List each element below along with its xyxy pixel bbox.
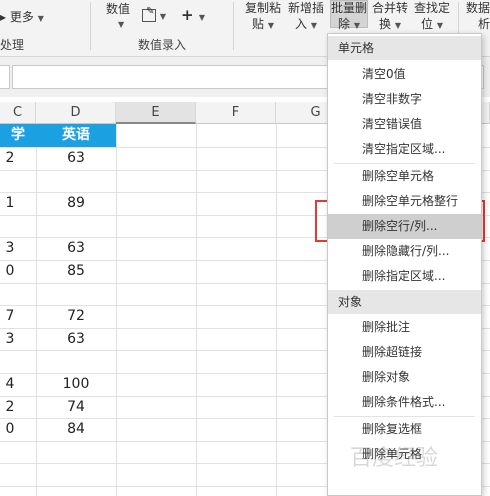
table-cell-partial[interactable]: 2 xyxy=(0,147,20,169)
menu-item-delete-empty-rows-cols[interactable]: 删除空行/列... xyxy=(328,214,481,239)
more-button[interactable]: ▸ 更多 ▼ xyxy=(0,8,44,25)
table-cell-english[interactable] xyxy=(36,441,116,463)
format-cells-button[interactable]: ✎ ▼ xyxy=(142,6,166,22)
table-cell-partial[interactable]: 0 xyxy=(0,260,20,282)
table-cell-partial[interactable] xyxy=(0,283,20,305)
menu-item-delete-range[interactable]: 删除指定区域... xyxy=(328,264,481,289)
menu-item-delete-empty-cells[interactable]: 删除空单元格 xyxy=(328,164,481,189)
column-header-f[interactable]: F xyxy=(196,102,276,124)
table-cell-english[interactable]: 85 xyxy=(36,260,116,282)
menu-item-clear-zero[interactable]: 清空0值 xyxy=(328,62,481,87)
edit-box-icon: ✎ xyxy=(142,6,156,22)
batch-delete-button[interactable]: 批量删 除 ▼ xyxy=(331,0,367,34)
table-cell-partial[interactable] xyxy=(0,170,20,192)
chevron-down-icon: ▼ xyxy=(159,12,166,21)
menu-item-delete-hidden-rows-cols[interactable]: 删除隐藏行/列... xyxy=(328,239,481,264)
table-cell-english[interactable]: 63 xyxy=(36,147,116,169)
chevron-down-icon: ▼ xyxy=(267,21,274,30)
chevron-down-icon: ▼ xyxy=(37,14,44,23)
table-cell-partial[interactable]: 3 xyxy=(0,237,20,259)
column-header-c[interactable]: C xyxy=(0,102,36,124)
menu-item-delete-comments[interactable]: 删除批注 xyxy=(328,315,481,340)
batch-delete-menu: 单元格 清空0值 清空非数字 清空错误值 清空指定区域... 删除空单元格 删除… xyxy=(327,33,482,496)
table-cell-partial[interactable]: 4 xyxy=(0,373,20,395)
menu-item-clear-non-numeric[interactable]: 清空非数字 xyxy=(328,87,481,112)
table-cell-partial[interactable] xyxy=(0,215,20,237)
name-box[interactable] xyxy=(0,65,10,89)
group-label-numeric-entry: 数值录入 xyxy=(138,38,187,52)
table-cell-english[interactable] xyxy=(36,463,116,485)
new-insert-button[interactable]: 新增插 入 ▼ xyxy=(288,0,324,34)
table-cell-english[interactable]: 100 xyxy=(36,373,116,395)
menu-section-objects: 对象 xyxy=(328,290,481,314)
find-locate-button[interactable]: 查找定 位 ▼ xyxy=(414,0,450,34)
chevron-down-icon: ▼ xyxy=(394,21,401,30)
chevron-down-icon: ▼ xyxy=(310,21,317,30)
table-cell-partial[interactable] xyxy=(0,350,20,372)
numeric-dropdown[interactable]: ▼ xyxy=(118,16,124,30)
table-cell-english[interactable] xyxy=(36,350,116,372)
table-cell-partial[interactable] xyxy=(0,441,20,463)
add-button[interactable]: + ▼ xyxy=(181,6,205,24)
copy-paste-button[interactable]: 复制粘 贴 ▼ xyxy=(245,0,281,34)
table-cell-english[interactable] xyxy=(36,283,116,305)
table-cell-english[interactable]: 72 xyxy=(36,305,116,327)
menu-item-clear-errors[interactable]: 清空错误值 xyxy=(328,112,481,137)
table-cell-partial[interactable]: 7 xyxy=(0,305,20,327)
merge-convert-button[interactable]: 合并转 换 ▼ xyxy=(372,0,408,34)
header-cell-english[interactable]: 英语 xyxy=(36,124,116,147)
menu-section-cells: 单元格 xyxy=(328,36,481,60)
menu-item-delete-objects[interactable]: 删除对象 xyxy=(328,365,481,390)
chevron-down-icon: ▼ xyxy=(353,21,360,30)
table-cell-english[interactable]: 89 xyxy=(36,192,116,214)
menu-item-delete-checkboxes[interactable]: 删除复选框 xyxy=(328,417,481,442)
table-cell-partial[interactable]: 3 xyxy=(0,328,20,350)
table-cell-english[interactable] xyxy=(36,170,116,192)
table-cell-english[interactable]: 63 xyxy=(36,328,116,350)
chevron-down-icon: ▼ xyxy=(198,13,205,22)
data-analysis-button[interactable]: 数据分 析 xyxy=(466,0,490,32)
numeric-button[interactable]: 数值 xyxy=(106,0,130,17)
table-cell-partial[interactable] xyxy=(0,463,20,485)
table-cell-english[interactable]: 74 xyxy=(36,396,116,418)
chevron-down-icon: ▼ xyxy=(436,21,443,30)
menu-item-delete-hyperlinks[interactable]: 删除超链接 xyxy=(328,340,481,365)
table-cell-partial[interactable]: 1 xyxy=(0,192,20,214)
table-cell-partial[interactable]: 2 xyxy=(0,396,20,418)
column-header-e[interactable]: E xyxy=(116,102,196,124)
chevron-down-icon: ▼ xyxy=(118,20,125,29)
menu-item-delete-empty-cell-rows[interactable]: 删除空单元格整行 xyxy=(328,189,481,214)
ribbon-divider xyxy=(90,2,91,50)
column-header-d[interactable]: D xyxy=(36,102,116,124)
group-label-processing: 处理 xyxy=(0,38,25,52)
arrow-right-icon: ▸ xyxy=(0,10,7,24)
table-cell-english[interactable]: 63 xyxy=(36,237,116,259)
table-cell-english[interactable] xyxy=(36,215,116,237)
menu-item-delete-conditional-format[interactable]: 删除条件格式... xyxy=(328,390,481,415)
header-cell-partial[interactable]: 学 xyxy=(0,124,36,147)
watermark-logo: 百度经验 xyxy=(350,446,439,471)
menu-item-clear-range[interactable]: 清空指定区域... xyxy=(328,137,481,162)
ribbon-divider xyxy=(233,2,234,50)
table-cell-english[interactable]: 84 xyxy=(36,418,116,440)
table-cell-partial[interactable]: 0 xyxy=(0,418,20,440)
